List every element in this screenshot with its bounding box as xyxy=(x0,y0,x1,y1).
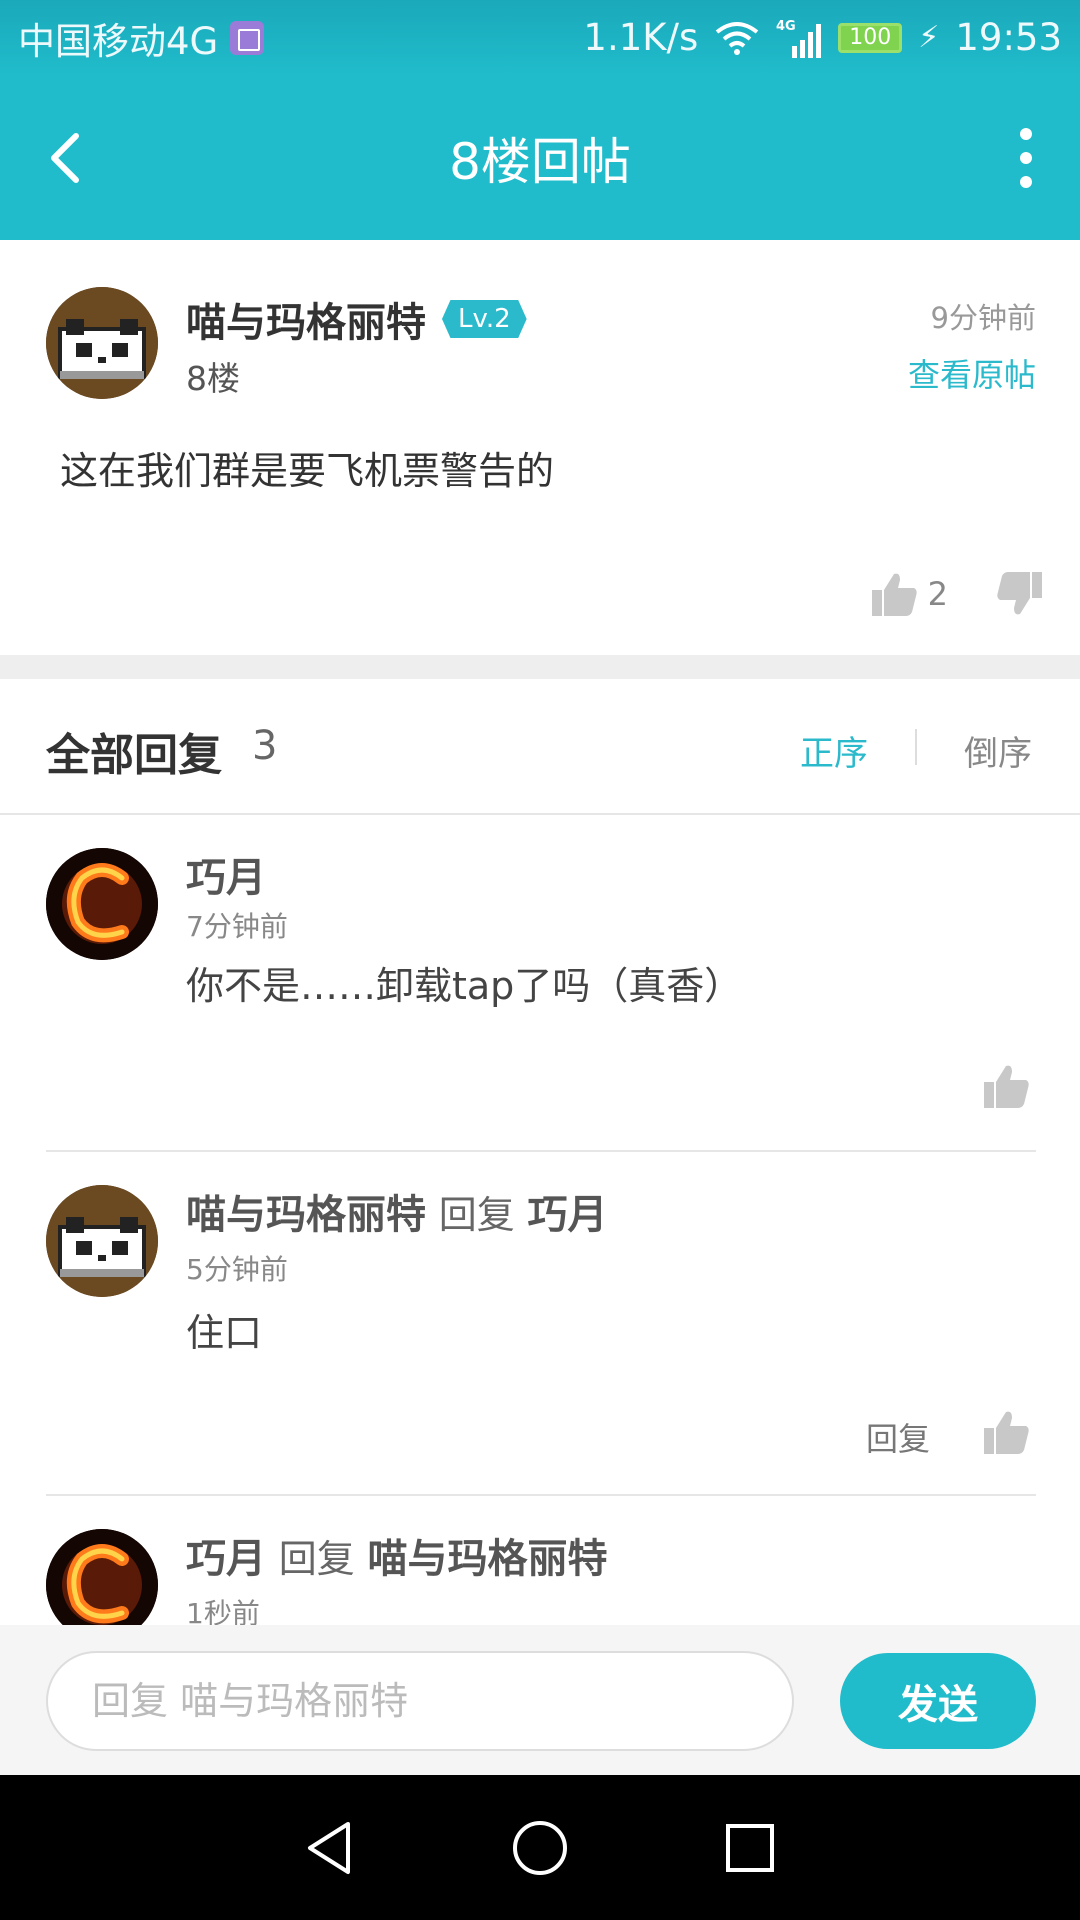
reply-author-avatar[interactable] xyxy=(46,1529,158,1625)
nav-home-icon[interactable] xyxy=(510,1818,570,1878)
like-button[interactable]: 2 xyxy=(870,570,948,618)
reply-author-line: 巧月 回复 喵与玛格丽特 xyxy=(186,1526,607,1584)
reply-target-name[interactable]: 巧月 xyxy=(527,1192,607,1238)
reply-target-name[interactable]: 喵与玛格丽特 xyxy=(367,1536,607,1582)
nav-recents-icon[interactable] xyxy=(720,1818,780,1878)
reply-input-bar: 发送 xyxy=(0,1625,1080,1775)
section-divider xyxy=(0,655,1080,679)
fire-c-avatar-image xyxy=(46,848,158,960)
reply-author-avatar[interactable] xyxy=(46,1185,158,1297)
reply-item: 喵与玛格丽特 回复 巧月 5分钟前 住口 回复 xyxy=(0,1152,1080,1496)
reply-author-line: 喵与玛格丽特 回复 巧月 xyxy=(186,1182,607,1240)
clock: 19:53 xyxy=(955,16,1062,59)
reply-text: 你不是……卸载tap了吗（真香） xyxy=(186,964,743,1008)
reply-author-name[interactable]: 巧月 xyxy=(186,855,266,901)
reply-item: 巧月 7分钟前 你不是……卸载tap了吗（真香） xyxy=(0,815,1080,1152)
reply-author-name[interactable]: 巧月 xyxy=(186,1536,266,1582)
status-bar: 中国移动4G 1.1K/s 4G 100 ⚡ 19:53 xyxy=(0,0,1080,75)
floor-label: 8楼 xyxy=(186,359,240,398)
sort-descending-tab[interactable]: 倒序 xyxy=(964,726,1032,775)
replies-count: 3 xyxy=(252,723,278,769)
wifi-icon xyxy=(716,21,759,55)
replies-header: 全部回复 3 正序 倒序 xyxy=(0,679,1080,815)
fire-c-avatar-image xyxy=(46,1529,158,1625)
reply-item: 巧月 回复 喵与玛格丽特 1秒前 xyxy=(0,1496,1080,1625)
reply-time: 7分钟前 xyxy=(186,910,288,943)
reply-input[interactable] xyxy=(46,1651,794,1751)
more-vertical-icon[interactable] xyxy=(1016,127,1036,188)
network-speed: 1.1K/s xyxy=(583,16,699,59)
reply-time: 1秒前 xyxy=(186,1597,260,1625)
reply-time: 5分钟前 xyxy=(186,1253,288,1286)
replies-title: 全部回复 xyxy=(46,730,222,781)
nav-back-icon[interactable] xyxy=(300,1818,360,1878)
network-type-label: 4G xyxy=(776,19,796,34)
sort-separator xyxy=(915,729,917,765)
post-actions: 2 xyxy=(870,570,1044,618)
level-badge: Lv.2 xyxy=(442,300,527,338)
send-button[interactable]: 发送 xyxy=(840,1653,1036,1749)
post-author-name[interactable]: 喵与玛格丽特 xyxy=(186,290,426,348)
reply-author-line: 巧月 xyxy=(186,845,266,903)
post-time: 9分钟前 xyxy=(930,301,1036,335)
reply-button[interactable]: 回复 xyxy=(866,1414,930,1460)
charging-icon: ⚡ xyxy=(918,20,940,55)
carrier-label: 中国移动4G xyxy=(18,19,219,63)
battery-level: 100 xyxy=(849,25,892,50)
thumbs-up-icon xyxy=(871,573,917,616)
reply-verb: 回复 xyxy=(278,1537,355,1581)
system-nav-bar xyxy=(0,1775,1080,1920)
app-header: 8楼回帖 xyxy=(0,75,1080,240)
cell-signal-icon: 4G xyxy=(776,19,822,58)
reply-author-name[interactable]: 喵与玛格丽特 xyxy=(186,1192,426,1238)
page-title: 8楼回帖 xyxy=(449,132,631,191)
post-user-line: 喵与玛格丽特 Lv.2 xyxy=(186,290,527,348)
back-arrow-icon[interactable] xyxy=(42,128,86,188)
panda-avatar-image xyxy=(46,287,158,399)
post-content: 这在我们群是要飞机票警告的 xyxy=(60,449,555,493)
main-post: 喵与玛格丽特 Lv.2 8楼 9分钟前 查看原帖 这在我们群是要飞机票警告的 2 xyxy=(0,240,1080,655)
thumbs-down-icon[interactable] xyxy=(996,570,1044,618)
panda-avatar-image xyxy=(46,1185,158,1297)
reply-text: 住口 xyxy=(186,1311,263,1355)
reply-verb: 回复 xyxy=(438,1193,515,1237)
view-original-link[interactable]: 查看原帖 xyxy=(908,350,1036,396)
post-author-avatar[interactable] xyxy=(46,287,158,399)
reply-author-avatar[interactable] xyxy=(46,848,158,960)
thumbs-up-icon[interactable] xyxy=(982,1062,1030,1110)
like-count: 2 xyxy=(927,575,948,613)
sort-ascending-tab[interactable]: 正序 xyxy=(800,726,868,775)
screenshot-notification-icon xyxy=(230,20,265,55)
thumbs-up-icon[interactable] xyxy=(982,1408,1030,1456)
battery-icon: 100 xyxy=(838,22,903,53)
